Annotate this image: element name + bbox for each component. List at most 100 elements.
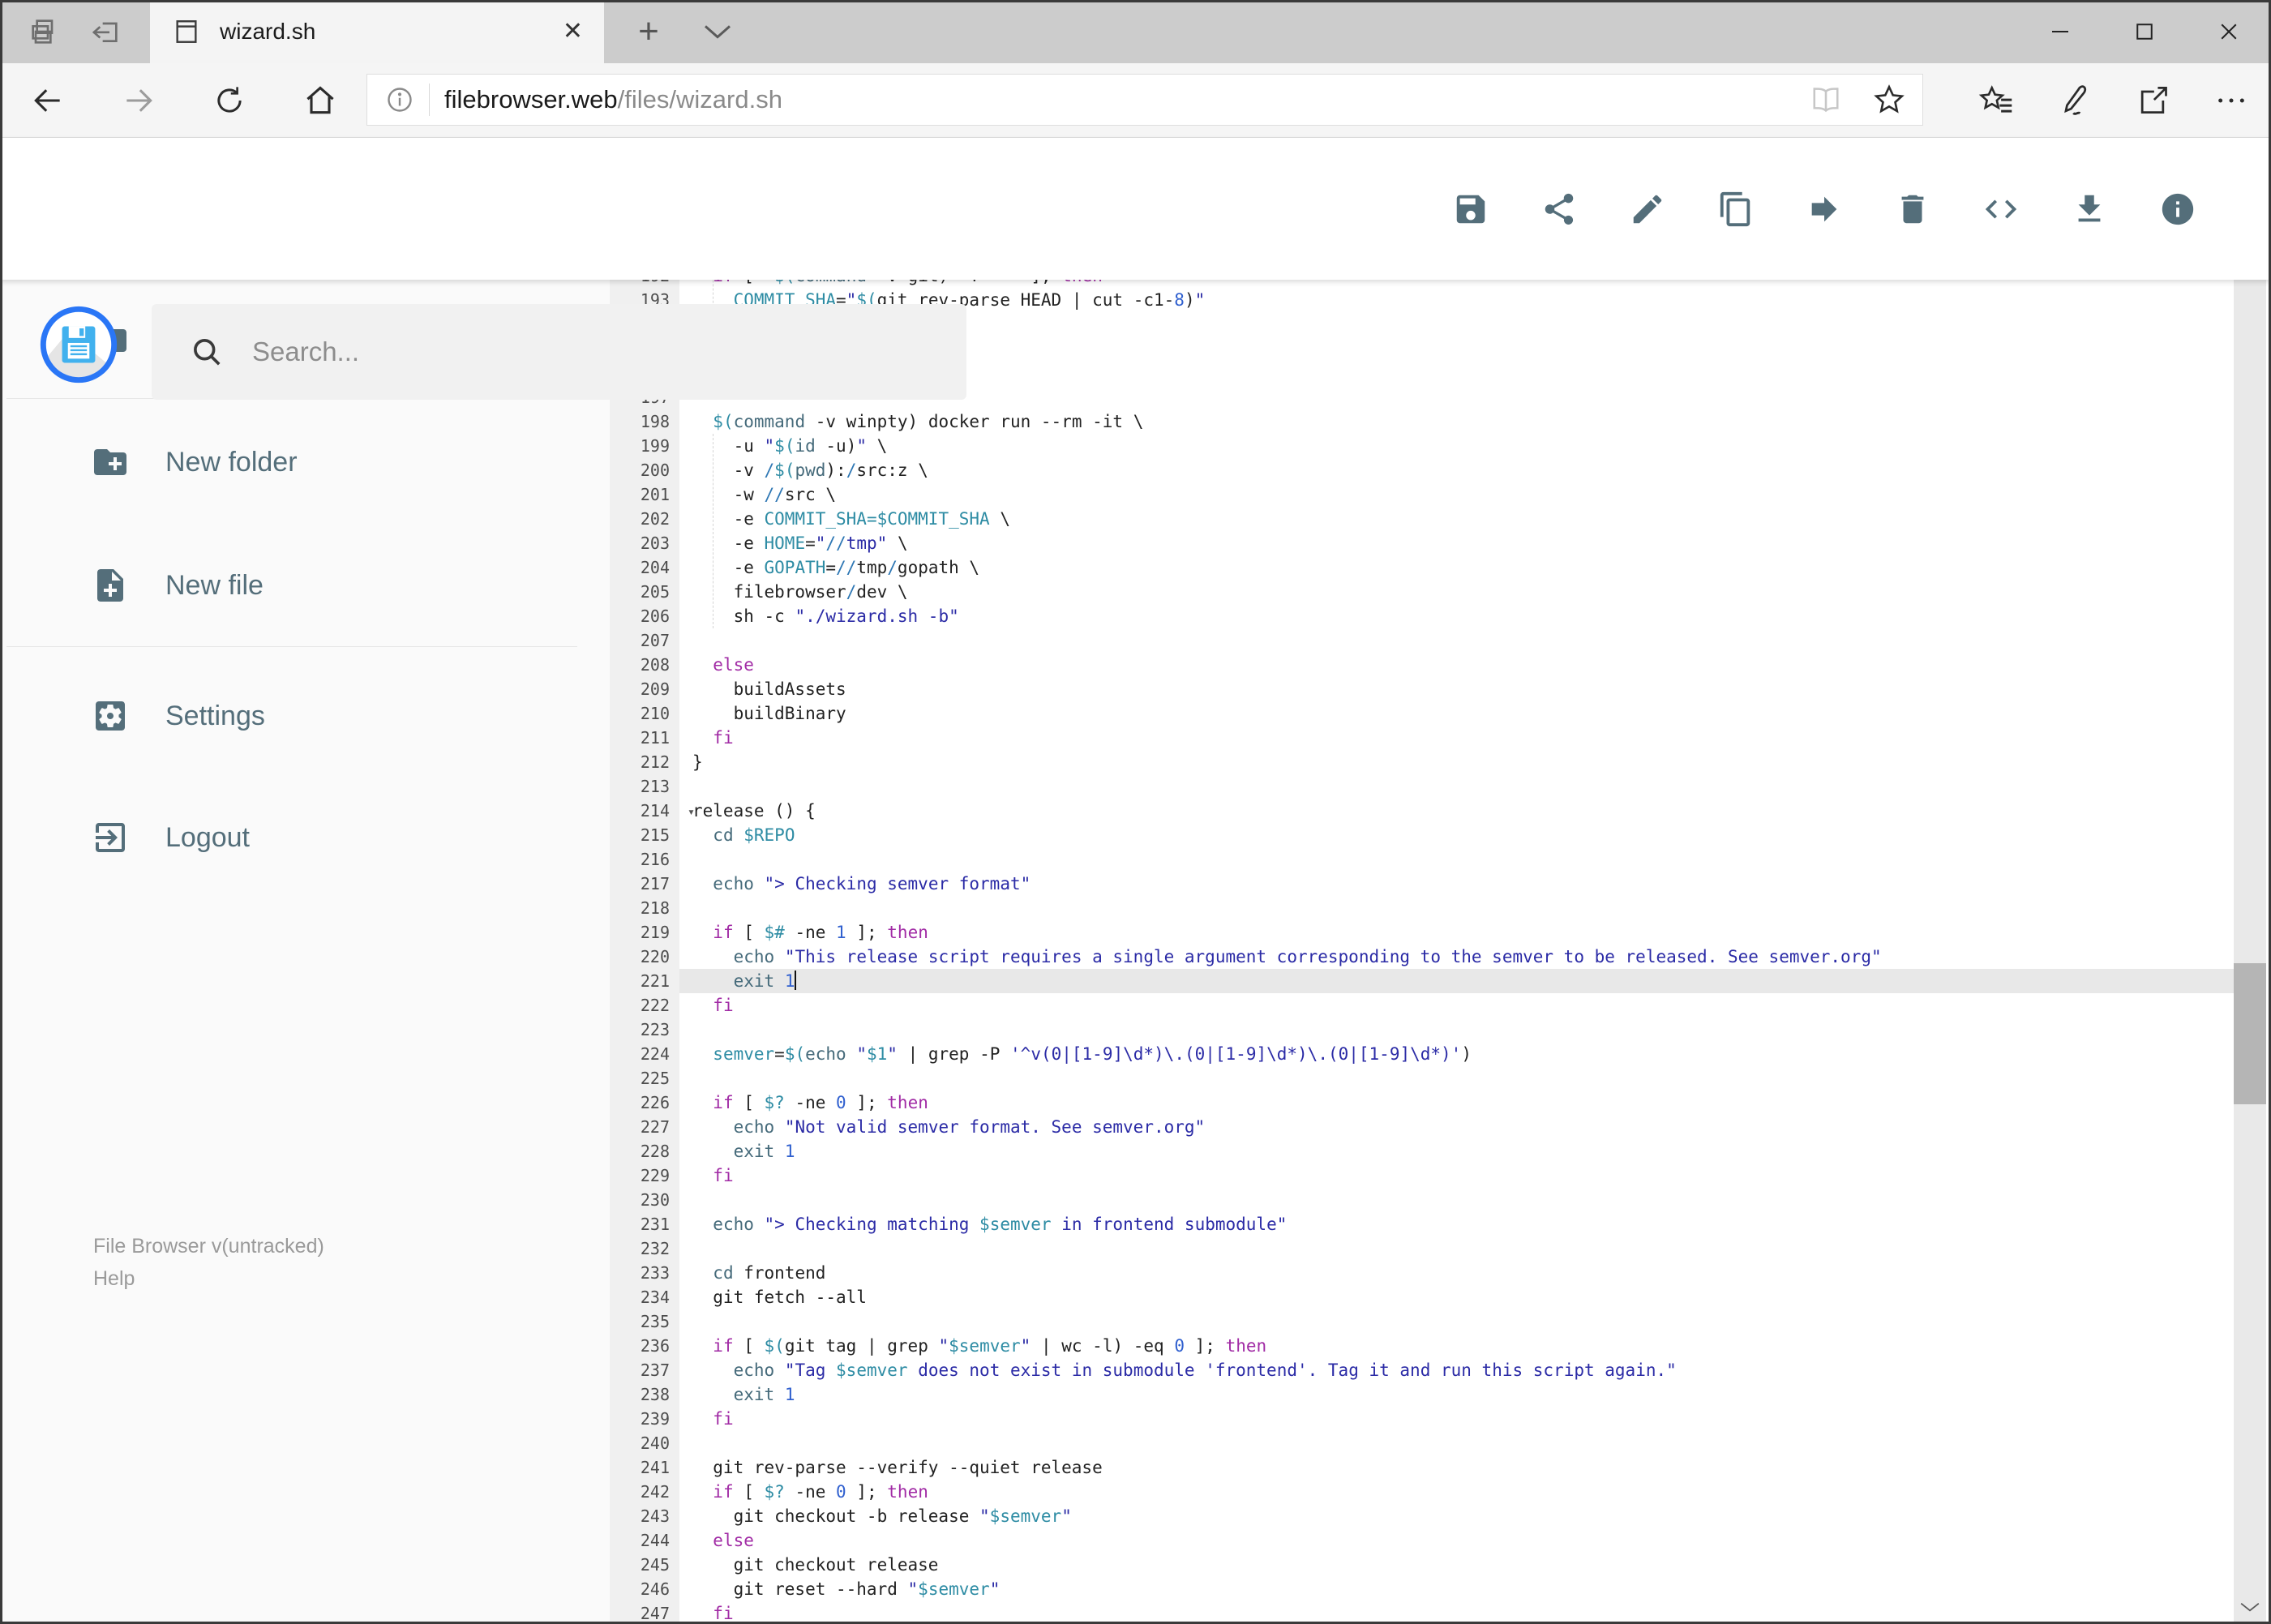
copy-button[interactable] (1717, 191, 1755, 228)
back-button[interactable] (11, 63, 84, 138)
file-browser-logo[interactable] (39, 305, 118, 384)
browser-tab[interactable]: wizard.sh ✕ (150, 0, 604, 63)
more-ellipsis-icon[interactable] (2213, 84, 2250, 117)
save-button[interactable] (1452, 191, 1489, 228)
code-line[interactable]: 240 (610, 1431, 2234, 1455)
code-line[interactable]: 243 git checkout -b release "$semver" (610, 1504, 2234, 1528)
sidebar-item-new-file[interactable]: New file (0, 541, 584, 630)
code-line[interactable]: 208 else (610, 653, 2234, 677)
code-line[interactable]: 202 -e COMMIT_SHA=$COMMIT_SHA \ (610, 507, 2234, 531)
code-line[interactable]: 192 if [ "$(command -v git)" != "" ]; th… (610, 280, 2234, 288)
code-line[interactable]: 236 if [ $(git tag | grep "$semver" | wc… (610, 1334, 2234, 1358)
refresh-button[interactable] (193, 63, 266, 138)
minimize-button[interactable] (2018, 0, 2102, 63)
line-number: 215 (610, 823, 679, 847)
code-line[interactable]: 222 fi (610, 993, 2234, 1018)
code-line[interactable]: 213 (610, 774, 2234, 799)
code-line[interactable]: 223 (610, 1018, 2234, 1042)
code-line[interactable]: 218 (610, 896, 2234, 920)
move-button[interactable] (1806, 191, 1843, 228)
code-line[interactable]: 201 -w //src \ (610, 482, 2234, 507)
code-line[interactable]: 219 if [ $# -ne 1 ]; then (610, 920, 2234, 945)
scroll-down-icon[interactable] (2234, 1592, 2266, 1622)
line-number: 221 (610, 969, 679, 993)
share-icon[interactable] (2135, 83, 2170, 118)
code-line[interactable]: 233 cd frontend (610, 1261, 2234, 1285)
code-line[interactable]: 225 (610, 1066, 2234, 1091)
help-link[interactable]: Help (93, 1262, 324, 1295)
delete-button[interactable] (1894, 191, 1931, 228)
code-line[interactable]: 237 echo "Tag $semver does not exist in … (610, 1358, 2234, 1382)
sidebar-item-settings[interactable]: Settings (0, 671, 584, 761)
code-line[interactable]: 209 buildAssets (610, 677, 2234, 701)
code-line[interactable]: 216 (610, 847, 2234, 872)
tab-preview-chevron-icon[interactable] (689, 0, 746, 63)
code-line[interactable]: 206 sh -c "./wizard.sh -b" (610, 604, 2234, 628)
code-line[interactable]: 198 $(command -v winpty) docker run --rm… (610, 409, 2234, 434)
tabs-set-aside-icon[interactable] (28, 15, 60, 48)
code-line[interactable]: 215 cd $REPO (610, 823, 2234, 847)
sidebar-item-new-folder[interactable]: New folder (0, 418, 584, 507)
code-line[interactable]: 200 -v /$(pwd):/src:z \ (610, 458, 2234, 482)
tab-close-icon[interactable]: ✕ (563, 19, 583, 44)
code-line[interactable]: 239 fi (610, 1407, 2234, 1431)
code-line[interactable]: 235 (610, 1309, 2234, 1334)
source-code-button[interactable] (1982, 191, 2020, 228)
code-line[interactable]: 242 if [ $? -ne 0 ]; then (610, 1480, 2234, 1504)
code-line[interactable]: 238 exit 1 (610, 1382, 2234, 1407)
code-line[interactable]: 226 if [ $? -ne 0 ]; then (610, 1091, 2234, 1115)
code-line[interactable]: 220 echo "This release script requires a… (610, 945, 2234, 969)
code-line[interactable]: 230 (610, 1188, 2234, 1212)
url-field[interactable]: filebrowser.web/files/wizard.sh (366, 74, 1923, 126)
code-line[interactable]: 245 git checkout release (610, 1553, 2234, 1577)
fold-marker-icon[interactable]: ▾ (688, 799, 695, 824)
code-line[interactable]: 244 else (610, 1528, 2234, 1553)
code-line[interactable]: 231 echo "> Checking matching $semver in… (610, 1212, 2234, 1236)
forward-button[interactable] (102, 63, 175, 138)
scrollbar[interactable] (2234, 146, 2266, 1622)
line-number: 207 (610, 628, 679, 653)
code-line[interactable]: 246 git reset --hard "$semver" (610, 1577, 2234, 1601)
sidebar-item-logout[interactable]: Logout (0, 793, 584, 882)
code-line[interactable]: 234 git fetch --all (610, 1285, 2234, 1309)
code-line[interactable]: 207 (610, 628, 2234, 653)
code-line[interactable]: 227 echo "Not valid semver format. See s… (610, 1115, 2234, 1139)
info-button[interactable] (2159, 191, 2196, 228)
url-text[interactable]: filebrowser.web/files/wizard.sh (444, 85, 1809, 114)
code-line[interactable]: 211 fi (610, 726, 2234, 750)
line-number: 214 ▾ (610, 799, 695, 823)
code-line[interactable]: 229 fi (610, 1163, 2234, 1188)
search-input[interactable]: Search... (152, 304, 966, 400)
code-line[interactable]: 224 semver=$(echo "$1" | grep -P '^v(0|[… (610, 1042, 2234, 1066)
code-line[interactable]: 212} (610, 750, 2234, 774)
code-line[interactable]: 221 exit 1 (610, 969, 2234, 993)
annotate-pen-icon[interactable] (2057, 83, 2093, 118)
code-editor[interactable]: 192 if [ "$(command -v git)" != "" ]; th… (610, 280, 2234, 1624)
download-button[interactable] (2071, 191, 2108, 228)
maximize-button[interactable] (2102, 0, 2187, 63)
hub-favorites-icon[interactable] (1977, 84, 2015, 118)
home-button[interactable] (284, 63, 357, 138)
restore-tabs-icon[interactable] (88, 15, 122, 48)
code-line[interactable]: 214 ▾ release () { (610, 799, 2234, 823)
scrollbar-thumb[interactable] (2234, 963, 2266, 1104)
code-line[interactable]: 210 buildBinary (610, 701, 2234, 726)
code-line[interactable]: 228 exit 1 (610, 1139, 2234, 1163)
code-line[interactable]: 232 (610, 1236, 2234, 1261)
code-line[interactable]: 217 echo "> Checking semver format" (610, 872, 2234, 896)
share-file-button[interactable] (1540, 191, 1578, 228)
code-line[interactable]: 204 -e GOPATH=//tmp/gopath \ (610, 555, 2234, 580)
code-line[interactable]: 199 -u "$(id -u)" \ (610, 434, 2234, 458)
site-info-icon[interactable] (385, 85, 414, 114)
titlebar[interactable]: wizard.sh ✕ + (0, 0, 2271, 63)
code-line[interactable]: 241 git rev-parse --verify --quiet relea… (610, 1455, 2234, 1480)
reading-view-icon[interactable] (1809, 84, 1843, 115)
rename-button[interactable] (1629, 191, 1666, 228)
code-line[interactable]: 247 fi (610, 1601, 2234, 1624)
new-tab-button[interactable]: + (620, 0, 677, 63)
favorite-star-icon[interactable] (1872, 83, 1906, 117)
sidebar-item-label: New folder (165, 446, 298, 478)
code-line[interactable]: 203 -e HOME="//tmp" \ (610, 531, 2234, 555)
code-line[interactable]: 205 filebrowser/dev \ (610, 580, 2234, 604)
close-window-button[interactable] (2187, 0, 2271, 63)
